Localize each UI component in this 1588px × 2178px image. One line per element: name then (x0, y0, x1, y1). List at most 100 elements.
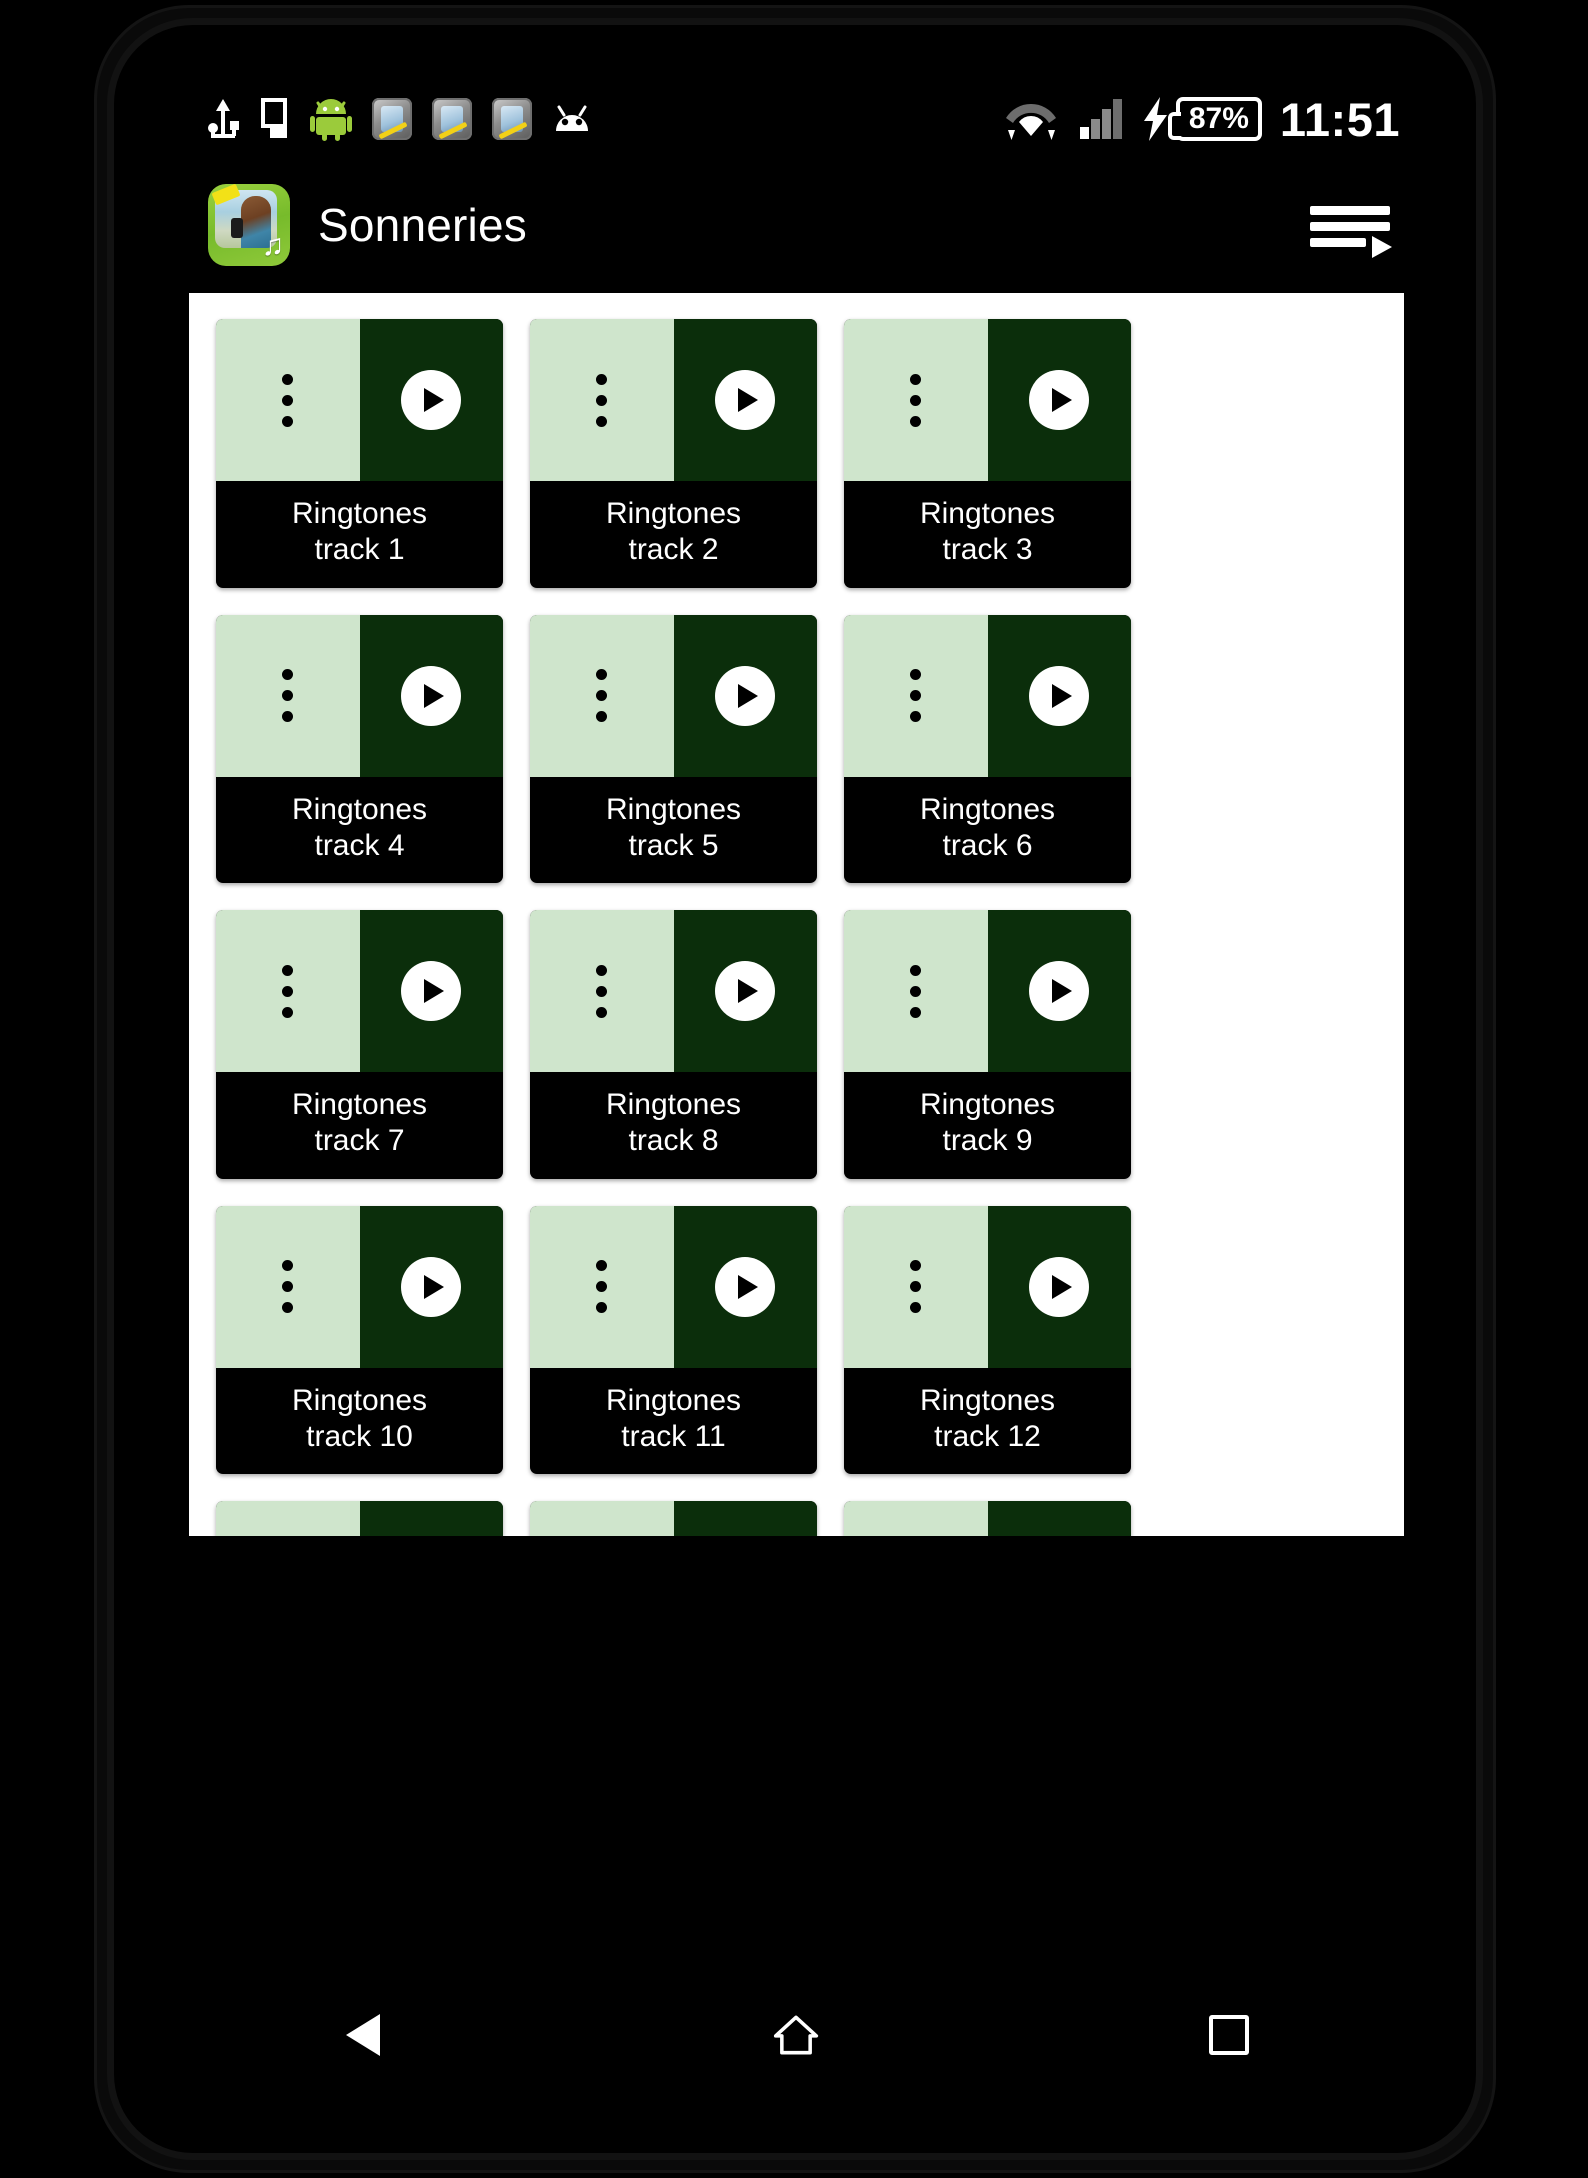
home-icon (773, 2015, 819, 2055)
ringtone-tile[interactable]: Ringtones track 7 (216, 910, 503, 1179)
tile-controls (844, 910, 1131, 1073)
tile-label-line1: Ringtones (919, 497, 1056, 530)
tile-play-button[interactable] (673, 1501, 817, 1536)
tile-label-line2: track 4 (314, 828, 405, 862)
ringtone-tile[interactable]: Ringtones track 5 (530, 614, 817, 884)
tile-play-button[interactable] (673, 1205, 817, 1368)
tile-play-button[interactable] (673, 910, 817, 1073)
tile-label-line1: Ringtones (919, 792, 1056, 826)
tile-menu-button[interactable] (216, 910, 360, 1073)
playlist-menu-icon[interactable] (1308, 200, 1394, 260)
back-button[interactable] (303, 1990, 423, 2080)
ringtone-tile[interactable]: Ringtones track 4 (216, 614, 503, 884)
recents-square-icon (1209, 2015, 1250, 2055)
tile-play-button[interactable] (673, 319, 817, 481)
ringtone-tile-partial[interactable] (844, 1501, 1131, 1536)
tile-play-button[interactable] (987, 614, 1131, 777)
home-button[interactable] (736, 1990, 856, 2080)
status-bar: 87% 11:51 (146, 80, 1446, 158)
tile-play-button[interactable] (987, 1501, 1131, 1536)
tile-label-line1: Ringtones (291, 792, 428, 826)
ringtone-tile[interactable]: Ringtones track 12 (844, 1205, 1131, 1475)
tile-menu-button[interactable] (216, 614, 360, 777)
tile-play-button[interactable] (359, 1205, 503, 1368)
tile-label-line2: track 1 (314, 533, 405, 567)
sd-card-icon (261, 98, 287, 138)
charging-bolt-icon (1143, 97, 1167, 141)
tile-controls (216, 910, 503, 1073)
tile-menu-button[interactable] (844, 614, 988, 777)
overflow-menu-dots-icon (596, 373, 608, 427)
overflow-menu-dots-icon (282, 1260, 294, 1314)
tile-label-line1: Ringtones (605, 792, 742, 826)
tile-menu-button[interactable] (216, 1501, 360, 1536)
tile-menu-button[interactable] (530, 614, 674, 777)
battery-icon: 87% (1167, 97, 1262, 141)
tile-label: Ringtones track 12 (844, 1368, 1131, 1475)
tile-play-button[interactable] (359, 319, 503, 481)
overflow-menu-dots-icon (282, 964, 294, 1018)
tile-menu-button[interactable] (530, 910, 674, 1073)
playlist-menu-glyph (1310, 206, 1392, 258)
tile-menu-button[interactable] (530, 1501, 674, 1536)
ringtone-tile[interactable]: Ringtones track 10 (216, 1205, 503, 1475)
play-icon (1029, 1256, 1090, 1317)
play-icon (401, 1256, 462, 1317)
overflow-menu-dots-icon (596, 1260, 608, 1314)
tile-menu-button[interactable] (530, 319, 674, 481)
ringtone-tile[interactable]: Ringtones track 3 (844, 319, 1131, 588)
tile-label-line1: Ringtones (291, 1383, 428, 1417)
overflow-menu-dots-icon (910, 964, 922, 1018)
tile-menu-button[interactable] (844, 910, 988, 1073)
tile-menu-button[interactable] (216, 319, 360, 481)
ringtone-tile[interactable]: Ringtones track 2 (530, 319, 817, 588)
tile-label: Ringtones track 1 (216, 481, 503, 588)
play-icon (401, 665, 462, 726)
tile-label-line2: track 8 (628, 1124, 719, 1158)
tile-menu-button[interactable] (216, 1205, 360, 1368)
ringtone-tile[interactable]: Ringtones track 11 (530, 1205, 817, 1475)
play-icon (715, 370, 776, 430)
tile-label: Ringtones track 4 (216, 777, 503, 884)
tile-controls (216, 1205, 503, 1368)
ringtone-tile-partial[interactable] (530, 1501, 817, 1536)
screenshot-capture-icon (372, 98, 412, 140)
ringtone-tile[interactable]: Ringtones track 9 (844, 910, 1131, 1179)
android-robot-icon (310, 99, 352, 141)
tile-menu-button[interactable] (844, 319, 988, 481)
back-triangle-icon (345, 2014, 380, 2056)
music-note-icon: ♫ (261, 229, 285, 262)
tile-play-button[interactable] (359, 614, 503, 777)
screenshot-root: 87% 11:51 ♫ Sonneries Ringtones track 1 … (0, 0, 1588, 2178)
tile-label-line1: Ringtones (291, 1088, 428, 1122)
tile-label: Ringtones track 11 (530, 1368, 817, 1475)
tile-play-button[interactable] (987, 910, 1131, 1073)
overflow-menu-dots-icon (282, 669, 294, 723)
tile-menu-button[interactable] (844, 1501, 988, 1536)
ringtone-tile[interactable]: Ringtones track 8 (530, 910, 817, 1179)
tile-label-line1: Ringtones (919, 1088, 1056, 1122)
ringtone-grid: Ringtones track 1 Ringtones track 2 Ring… (216, 319, 1131, 1536)
tile-play-button[interactable] (359, 1501, 503, 1536)
tile-label-line2: track 7 (314, 1124, 405, 1158)
status-bar-clock: 11:51 (1279, 92, 1400, 146)
tile-controls (530, 319, 817, 481)
ringtone-grid-container[interactable]: Ringtones track 1 Ringtones track 2 Ring… (189, 293, 1404, 1536)
tile-controls (530, 910, 817, 1073)
tile-play-button[interactable] (673, 614, 817, 777)
tile-play-button[interactable] (987, 1205, 1131, 1368)
tile-play-button[interactable] (987, 319, 1131, 481)
tile-label: Ringtones track 9 (844, 1072, 1131, 1179)
recents-button[interactable] (1169, 1990, 1289, 2080)
tile-controls (216, 1501, 503, 1536)
ringtone-tile[interactable]: Ringtones track 1 (216, 319, 503, 588)
ringtone-tile-partial[interactable] (216, 1501, 503, 1536)
tile-play-button[interactable] (359, 910, 503, 1073)
tile-controls (844, 1205, 1131, 1368)
play-icon (401, 370, 462, 430)
tile-menu-button[interactable] (844, 1205, 988, 1368)
tile-label-line2: track 5 (628, 828, 719, 862)
tile-controls (844, 614, 1131, 777)
ringtone-tile[interactable]: Ringtones track 6 (844, 614, 1131, 884)
tile-menu-button[interactable] (530, 1205, 674, 1368)
